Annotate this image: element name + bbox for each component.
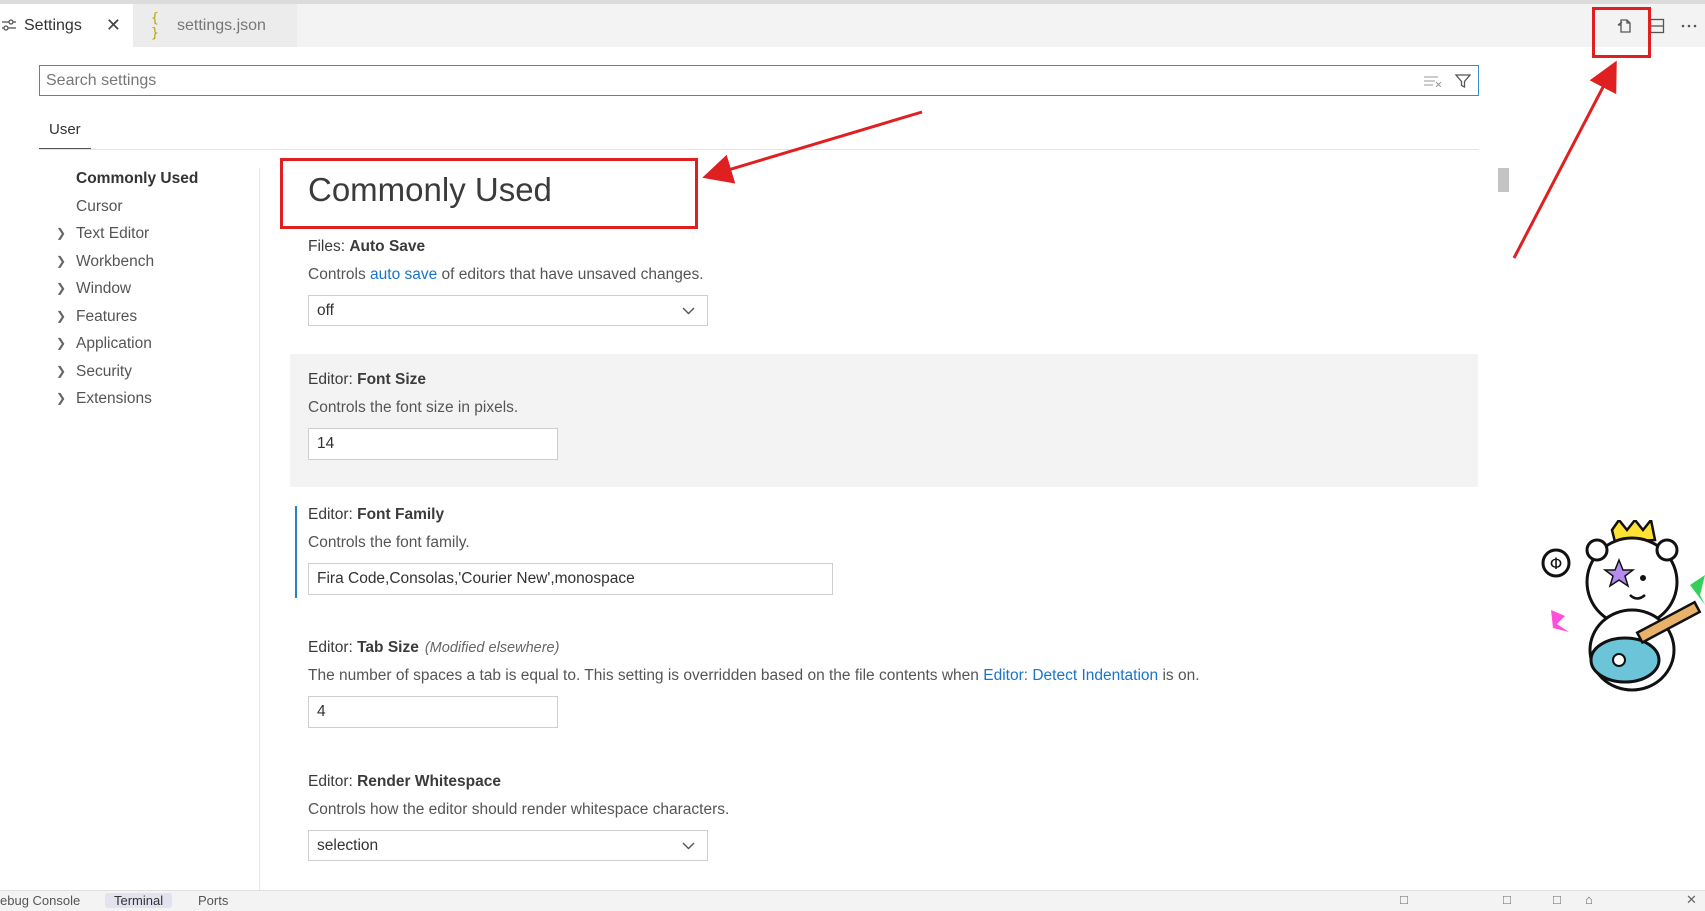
toc-item-cursor[interactable]: Cursor bbox=[0, 193, 258, 221]
layout-icon[interactable]: □ bbox=[1503, 892, 1511, 907]
tab-ports[interactable]: Ports bbox=[198, 893, 228, 908]
scrollbar-thumb[interactable] bbox=[1498, 168, 1509, 192]
setting-title: Editor: Tab Size (Modified elsewhere) bbox=[308, 639, 1478, 657]
toc-item-label: Cursor bbox=[76, 197, 123, 215]
setting-category: Editor: bbox=[308, 506, 358, 523]
settings-sliders-icon bbox=[2, 18, 18, 34]
tab-size-input[interactable]: 4 bbox=[308, 696, 558, 728]
cartoon-bear-guitar-sticker: Φ bbox=[1541, 520, 1705, 692]
render-whitespace-select[interactable]: selection bbox=[308, 830, 708, 861]
setting-category: Files: bbox=[308, 238, 350, 255]
trash-icon[interactable]: ⌂ bbox=[1585, 892, 1593, 907]
setting-category: Editor: bbox=[308, 639, 358, 656]
setting-files-auto-save: Files: Auto Save Controls auto save of e… bbox=[290, 238, 1478, 326]
toc-item-label: Security bbox=[76, 362, 132, 380]
desc-text: The number of spaces a tab is equal to. … bbox=[308, 667, 984, 684]
tab-debug-console[interactable]: ebug Console bbox=[0, 893, 80, 908]
chevron-right-icon: ❯ bbox=[56, 391, 67, 405]
close-icon[interactable]: ✕ bbox=[106, 15, 121, 36]
toc-item-label: Text Editor bbox=[76, 225, 150, 242]
chevron-down-icon bbox=[682, 831, 695, 860]
chevron-right-icon: ❯ bbox=[56, 308, 67, 323]
split-terminal-icon[interactable]: □ bbox=[1400, 892, 1408, 907]
font-size-input[interactable]: 14 bbox=[308, 428, 558, 460]
setting-title: Editor: Render Whitespace bbox=[308, 773, 1478, 791]
toc-item-label: Features bbox=[76, 307, 138, 325]
desc-text: Controls bbox=[308, 266, 371, 283]
desc-text: is on. bbox=[1158, 667, 1200, 684]
setting-title: Editor: Font Family bbox=[308, 506, 1478, 524]
toc-item-label: Workbench bbox=[76, 252, 155, 270]
setting-editor-render-whitespace: Editor: Render Whitespace Controls how t… bbox=[290, 773, 1478, 861]
tab-settings[interactable]: Settings ✕ bbox=[0, 4, 133, 47]
toc-divider bbox=[259, 168, 260, 890]
annotation-arrow-to-json-button bbox=[1512, 60, 1617, 259]
more-actions-icon[interactable] bbox=[1673, 10, 1705, 42]
chevron-right-icon: ❯ bbox=[56, 253, 67, 268]
setting-name: Font Family bbox=[357, 506, 445, 523]
setting-editor-tab-size: Editor: Tab Size (Modified elsewhere) The… bbox=[290, 639, 1478, 728]
setting-title: Files: Auto Save bbox=[308, 238, 1478, 256]
desc-text: of editors that have unsaved changes. bbox=[437, 266, 704, 283]
setting-description: Controls the font family. bbox=[308, 534, 470, 551]
chevron-right-icon: ❯ bbox=[56, 281, 67, 295]
toc-item-application[interactable]: ❯ Application bbox=[0, 330, 258, 358]
tab-label: settings.json bbox=[177, 16, 266, 34]
setting-category: Editor: bbox=[308, 371, 358, 388]
tab-label: Settings bbox=[24, 16, 82, 34]
chevron-right-icon: ❯ bbox=[56, 226, 67, 240]
auto-save-select[interactable]: off bbox=[308, 295, 708, 326]
setting-description: Controls how the editor should render wh… bbox=[308, 801, 730, 818]
json-braces-icon: { } bbox=[151, 10, 159, 41]
setting-category: Editor: bbox=[308, 773, 358, 790]
close-panel-icon[interactable]: ✕ bbox=[1686, 892, 1697, 908]
font-family-input[interactable]: Fira Code,Consolas,'Courier New',monospa… bbox=[308, 563, 833, 595]
toc-item-text-editor[interactable]: ❯ Text Editor bbox=[0, 220, 258, 248]
svg-text:Φ: Φ bbox=[1550, 554, 1563, 573]
chevron-right-icon: ❯ bbox=[56, 363, 67, 378]
bottom-panel-tabs: ebug Console Terminal Ports □ □ □ ⌂ ✕ bbox=[0, 890, 1705, 911]
annotation-highlight-box-heading bbox=[280, 158, 698, 229]
toc-item-window[interactable]: ❯ Window bbox=[0, 275, 258, 303]
setting-name: Tab Size bbox=[357, 639, 419, 656]
chevron-right-icon: ❯ bbox=[56, 336, 67, 350]
toc-item-label: Extensions bbox=[76, 390, 152, 407]
toc-item-extensions[interactable]: ❯ Extensions bbox=[0, 385, 258, 413]
auto-save-link[interactable]: auto save bbox=[370, 266, 437, 283]
chevron-down-icon bbox=[682, 296, 695, 325]
setting-description: The number of spaces a tab is equal to. … bbox=[308, 667, 1478, 685]
toc-item-commonly-used[interactable]: Commonly Used bbox=[0, 165, 258, 193]
setting-name: Render Whitespace bbox=[357, 773, 501, 790]
setting-title: Editor: Font Size bbox=[308, 371, 1478, 389]
tab-terminal[interactable]: Terminal bbox=[105, 893, 173, 908]
toc-item-label: Window bbox=[76, 280, 132, 297]
setting-description: Controls auto save of editors that have … bbox=[308, 266, 1478, 284]
toc-item-workbench[interactable]: ❯ Workbench bbox=[0, 248, 258, 276]
detect-indentation-link[interactable]: Editor: Detect Indentation bbox=[983, 667, 1158, 684]
toc-item-security[interactable]: ❯ Security bbox=[0, 358, 258, 386]
tab-user[interactable]: User bbox=[39, 121, 91, 149]
setting-description: Controls the font size in pixels. bbox=[308, 399, 519, 416]
settings-list: Commonly Used Files: Auto Save Controls … bbox=[262, 0, 1480, 890]
select-value: selection bbox=[317, 837, 379, 854]
select-value: off bbox=[317, 302, 334, 319]
panel-layout-icon[interactable]: □ bbox=[1553, 892, 1561, 907]
toc-item-label: Commonly Used bbox=[76, 170, 199, 187]
modified-elsewhere-link[interactable]: (Modified elsewhere) bbox=[425, 640, 560, 656]
annotation-highlight-box-json-button bbox=[1592, 7, 1651, 58]
setting-editor-font-family: Editor: Font Family Controls the font fa… bbox=[290, 506, 1478, 598]
setting-editor-font-size: Editor: Font Size Controls the font size… bbox=[290, 354, 1478, 487]
toc-item-label: Application bbox=[76, 335, 152, 352]
setting-name: Auto Save bbox=[349, 238, 426, 255]
toc-item-features[interactable]: ❯ Features bbox=[0, 303, 258, 331]
settings-toc: Commonly Used Cursor ❯ Text Editor ❯ Workb… bbox=[0, 165, 258, 413]
modified-indicator bbox=[295, 506, 297, 598]
setting-name: Font Size bbox=[357, 371, 426, 388]
